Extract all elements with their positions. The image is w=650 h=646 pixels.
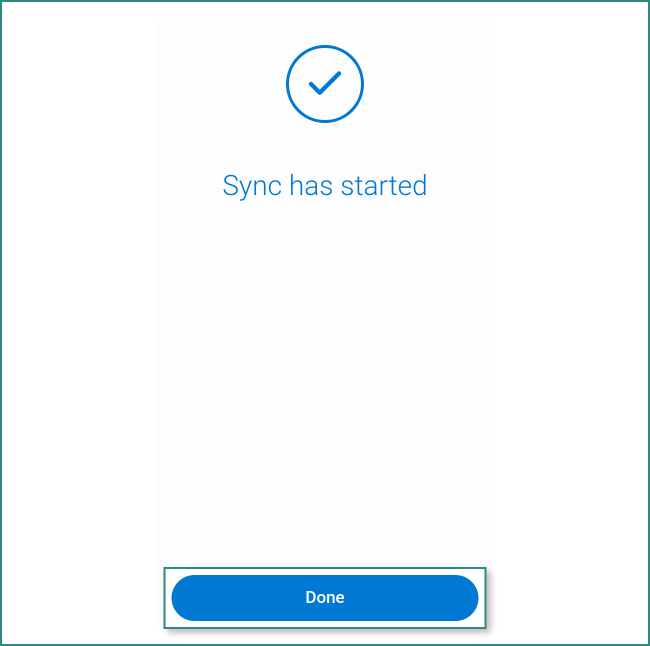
done-button-highlight: Done xyxy=(164,567,487,629)
status-title: Sync has started xyxy=(222,169,427,202)
phone-screen: Sync has started xyxy=(155,17,495,627)
checkmark-circle-icon xyxy=(286,45,364,123)
done-button[interactable]: Done xyxy=(172,575,479,621)
screenshot-frame: Sync has started Done xyxy=(0,0,650,646)
